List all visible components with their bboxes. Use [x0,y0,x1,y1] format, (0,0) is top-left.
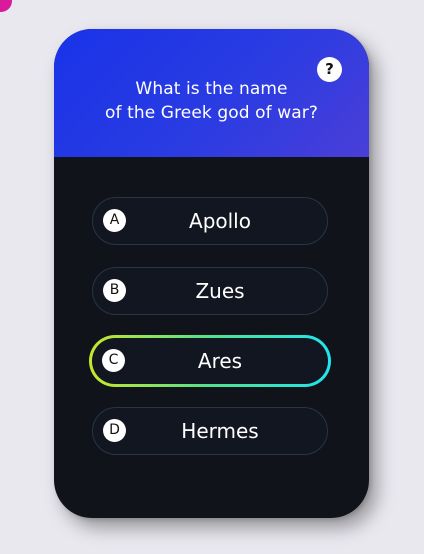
answer-option-b[interactable]: B Zues [92,267,328,315]
question-text: What is the name of the Greek god of war… [54,77,369,125]
answer-option-a[interactable]: A Apollo [92,197,328,245]
answer-option-c-selected[interactable]: C Ares [89,335,331,387]
corner-accent-shape [0,0,12,12]
question-line-2: of the Greek god of war? [105,103,318,123]
answer-selected-inner: C Ares [92,338,328,384]
answer-option-d[interactable]: D Hermes [92,407,328,455]
quiz-card: ? What is the name of the Greek god of w… [54,29,369,518]
answer-label: Zues [195,279,245,303]
question-line-1: What is the name [135,79,288,99]
answer-label: Hermes [181,419,259,443]
question-header: ? What is the name of the Greek god of w… [54,29,369,157]
answer-label: Ares [197,349,243,373]
answer-label: Apollo [189,209,251,233]
